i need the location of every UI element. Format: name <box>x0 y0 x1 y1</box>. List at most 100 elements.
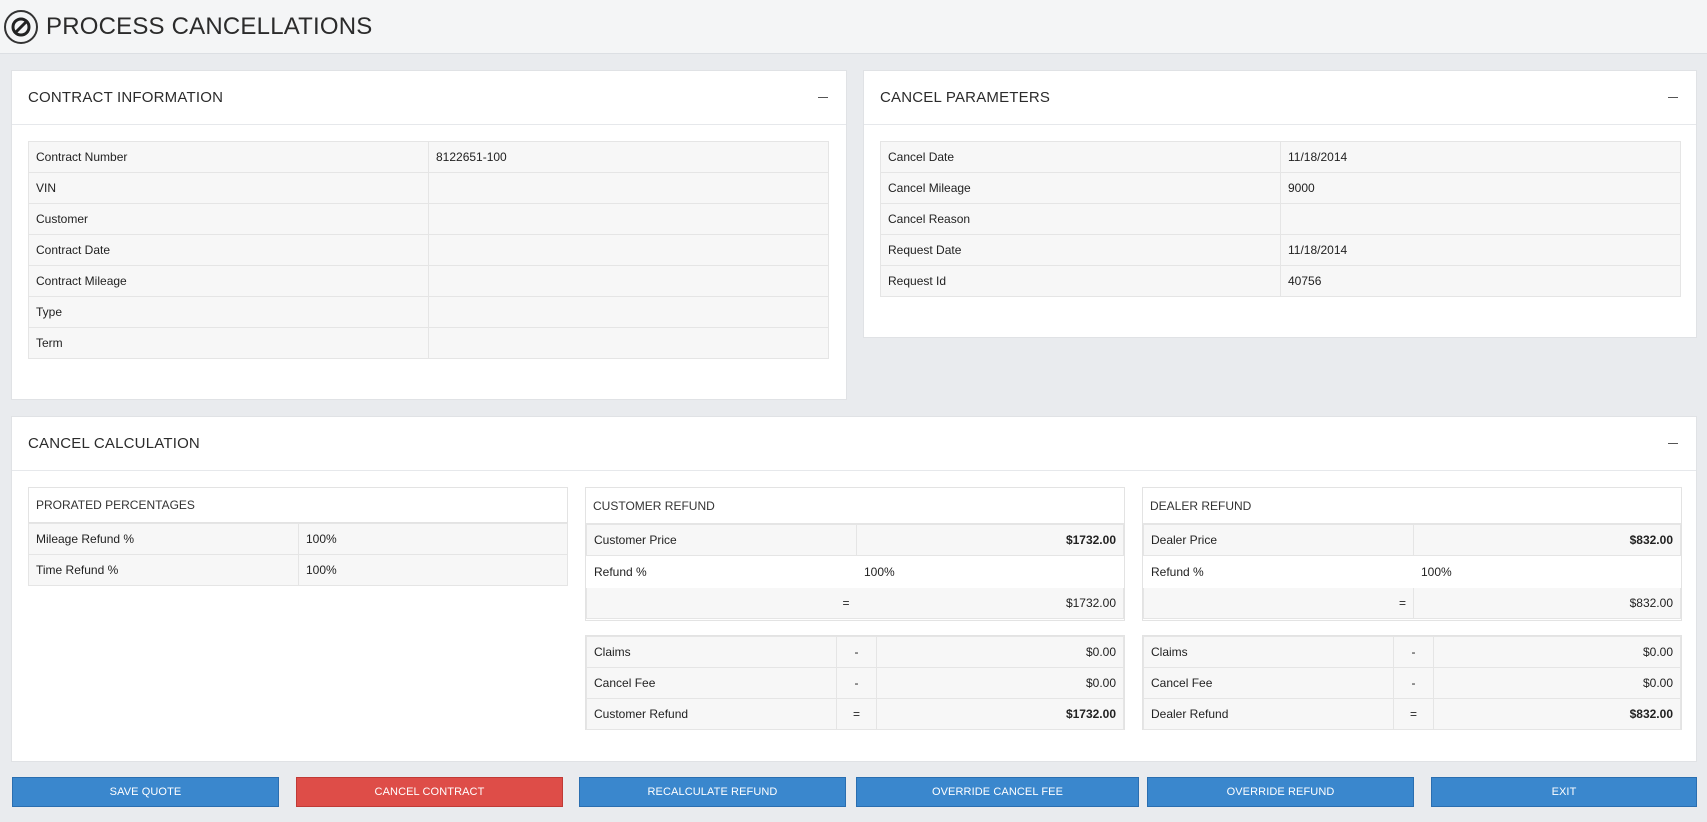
row-sign: = <box>1393 698 1434 730</box>
cancel-calculation-panel: CANCEL CALCULATION PRORATED PERCENTAGES … <box>11 416 1697 762</box>
row-label: Customer <box>28 203 429 235</box>
dealer-summary-table: Claims - $0.00 Cancel Fee - $0.00 Dealer… <box>1143 636 1681 730</box>
row-value: $0.00 <box>1433 636 1681 668</box>
row-value <box>428 296 829 328</box>
prorated-percentages: PRORATED PERCENTAGES Mileage Refund % 10… <box>28 487 568 607</box>
sub-panel-title: CUSTOMER REFUND <box>586 488 1124 524</box>
row-label: Mileage Refund % <box>28 523 299 555</box>
panel-header: CANCEL CALCULATION <box>12 417 1696 471</box>
override-refund-button[interactable]: OVERRIDE REFUND <box>1147 777 1414 807</box>
table-row: Time Refund % 100% <box>28 554 568 586</box>
customer-pct-table: Refund % 100% = $1732.00 <box>586 556 1124 619</box>
recalculate-refund-button[interactable]: RECALCULATE REFUND <box>579 777 846 807</box>
row-value: 100% <box>298 523 568 555</box>
row-value: 8122651-100 <box>428 141 829 173</box>
table-row: Refund % 100% <box>586 556 1124 588</box>
page-title: PROCESS CANCELLATIONS <box>46 12 373 40</box>
ban-icon <box>4 9 38 44</box>
row-sign: - <box>836 667 877 699</box>
row-label: Claims <box>1143 636 1394 668</box>
table-row: Dealer Refund = $832.00 <box>1143 698 1681 730</box>
contract-information-panel: CONTRACT INFORMATION Contract Number 812… <box>11 70 847 400</box>
collapse-icon[interactable] <box>1666 437 1680 451</box>
dealer-price: $832.00 <box>1413 524 1681 556</box>
row-value <box>428 327 829 359</box>
table-row: Dealer Price $832.00 <box>1143 524 1681 556</box>
panel-title: CONTRACT INFORMATION <box>28 89 224 106</box>
row-sign: - <box>836 636 877 668</box>
row-label: Refund % <box>586 556 857 588</box>
save-quote-button[interactable]: SAVE QUOTE <box>12 777 279 807</box>
table-row: Customer Refund = $1732.00 <box>586 698 1124 730</box>
table-row: Type <box>28 296 829 328</box>
dealer-refund-summary: Claims - $0.00 Cancel Fee - $0.00 Dealer… <box>1142 635 1682 730</box>
row-label: Cancel Mileage <box>880 172 1281 204</box>
row-sign: - <box>1393 636 1434 668</box>
row-label: Time Refund % <box>28 554 299 586</box>
table-row: Customer Price $1732.00 <box>586 524 1124 556</box>
equals-sign: = <box>1143 587 1414 619</box>
table-row: Contract Mileage <box>28 265 829 297</box>
table-row: = $1732.00 <box>586 587 1124 619</box>
row-value: 100% <box>298 554 568 586</box>
equals-sign: = <box>586 587 857 619</box>
table-row: Contract Number 8122651-100 <box>28 141 829 173</box>
customer-refund-summary: Claims - $0.00 Cancel Fee - $0.00 Custom… <box>585 635 1125 730</box>
row-value: 11/18/2014 <box>1280 234 1681 266</box>
row-label: Refund % <box>1143 556 1414 588</box>
table-row: Request Id 40756 <box>880 265 1681 297</box>
table-row: Cancel Reason <box>880 203 1681 235</box>
dealer-price-table: Dealer Price $832.00 <box>1143 524 1681 556</box>
row-value: $0.00 <box>876 636 1124 668</box>
row-label: Customer Price <box>586 524 857 556</box>
row-value <box>428 203 829 235</box>
dealer-refund: DEALER REFUND Dealer Price $832.00 Refun… <box>1142 487 1682 621</box>
row-label: Request Date <box>880 234 1281 266</box>
row-value: 100% <box>1413 556 1681 588</box>
sub-panel-title: DEALER REFUND <box>1143 488 1681 524</box>
collapse-icon[interactable] <box>816 91 830 105</box>
table-row: Contract Date <box>28 234 829 266</box>
customer-refund-total: $1732.00 <box>876 698 1124 730</box>
table-row: Request Date 11/18/2014 <box>880 234 1681 266</box>
row-value: 40756 <box>1280 265 1681 297</box>
dealer-subtotal: $832.00 <box>1413 587 1681 619</box>
table-row: Customer <box>28 203 829 235</box>
row-label: Contract Number <box>28 141 429 173</box>
contract-info-table: Contract Number 8122651-100 VIN Customer… <box>28 141 829 359</box>
dealer-refund-total: $832.00 <box>1433 698 1681 730</box>
panel-title: CANCEL CALCULATION <box>28 435 200 452</box>
row-label: Cancel Fee <box>1143 667 1394 699</box>
row-label: Type <box>28 296 429 328</box>
row-label: Contract Mileage <box>28 265 429 297</box>
collapse-icon[interactable] <box>1666 91 1680 105</box>
exit-button[interactable]: EXIT <box>1431 777 1697 807</box>
row-label: VIN <box>28 172 429 204</box>
row-label: Dealer Price <box>1143 524 1414 556</box>
override-cancel-fee-button[interactable]: OVERRIDE CANCEL FEE <box>856 777 1139 807</box>
row-sign: - <box>1393 667 1434 699</box>
customer-subtotal: $1732.00 <box>856 587 1124 619</box>
row-label: Request Id <box>880 265 1281 297</box>
cancel-params-table: Cancel Date 11/18/2014 Cancel Mileage 90… <box>880 141 1681 297</box>
row-sign: = <box>836 698 877 730</box>
row-label: Cancel Fee <box>586 667 837 699</box>
row-value <box>428 234 829 266</box>
row-value: $0.00 <box>1433 667 1681 699</box>
row-value <box>1280 203 1681 235</box>
row-label: Contract Date <box>28 234 429 266</box>
cancel-parameters-panel: CANCEL PARAMETERS Cancel Date 11/18/2014… <box>863 70 1697 338</box>
table-row: Cancel Fee - $0.00 <box>1143 667 1681 699</box>
table-row: = $832.00 <box>1143 587 1681 619</box>
table-row: Term <box>28 327 829 359</box>
cancel-contract-button[interactable]: CANCEL CONTRACT <box>296 777 563 807</box>
table-row: Refund % 100% <box>1143 556 1681 588</box>
table-row: Cancel Date 11/18/2014 <box>880 141 1681 173</box>
customer-summary-table: Claims - $0.00 Cancel Fee - $0.00 Custom… <box>586 636 1124 730</box>
row-value: 11/18/2014 <box>1280 141 1681 173</box>
row-value <box>428 265 829 297</box>
prorated-table: Mileage Refund % 100% Time Refund % 100% <box>28 523 568 586</box>
row-value: 100% <box>856 556 1124 588</box>
table-row: Cancel Fee - $0.00 <box>586 667 1124 699</box>
table-row: Claims - $0.00 <box>586 636 1124 668</box>
